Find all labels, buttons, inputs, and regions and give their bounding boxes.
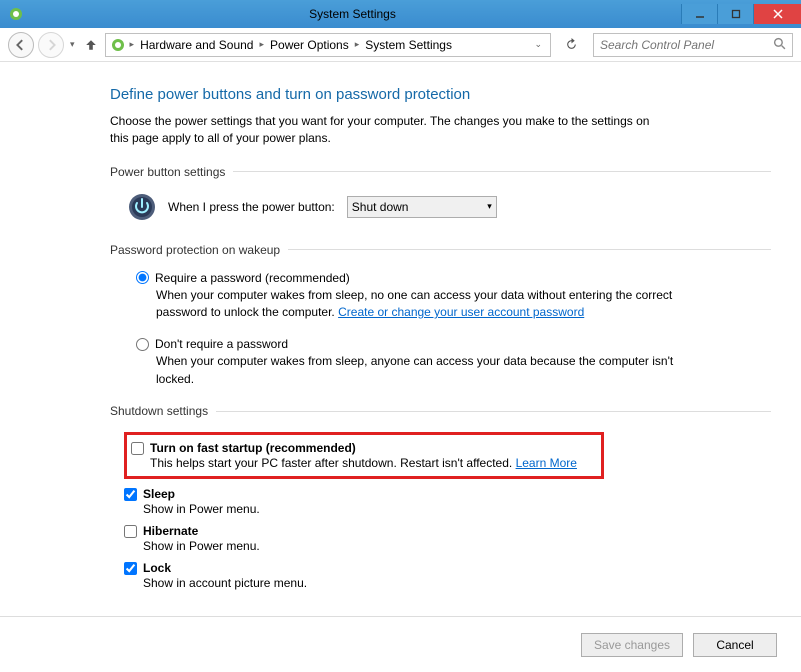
close-button[interactable] xyxy=(753,4,801,24)
checkbox-hibernate[interactable] xyxy=(124,525,137,538)
up-button[interactable] xyxy=(81,35,101,55)
search-box[interactable] xyxy=(593,33,793,57)
lock-desc: Show in account picture menu. xyxy=(143,576,771,590)
section-password-protection: Password protection on wakeup xyxy=(110,243,771,257)
fast-startup-desc: This helps start your PC faster after sh… xyxy=(150,456,595,470)
maximize-button[interactable] xyxy=(717,4,753,24)
back-button[interactable] xyxy=(8,32,34,58)
control-panel-icon xyxy=(110,37,126,53)
no-password-desc: When your computer wakes from sleep, any… xyxy=(156,353,696,388)
breadcrumb-dropdown-icon[interactable]: ⌄ xyxy=(530,39,546,50)
titlebar: System Settings xyxy=(0,0,801,28)
minimize-button[interactable] xyxy=(681,4,717,24)
power-button-label: When I press the power button: xyxy=(168,200,335,214)
sleep-label: Sleep xyxy=(143,487,175,501)
search-input[interactable] xyxy=(600,38,773,52)
radio-no-password-label: Don't require a password xyxy=(155,337,288,351)
radio-require-password[interactable] xyxy=(136,271,149,284)
history-dropdown-icon[interactable]: ▾ xyxy=(68,39,77,50)
link-learn-more[interactable]: Learn More xyxy=(516,456,577,470)
save-changes-button[interactable]: Save changes xyxy=(581,633,683,657)
crumb-hardware[interactable]: Hardware and Sound xyxy=(138,38,255,52)
chevron-right-icon: ▸ xyxy=(353,39,362,50)
crumb-power[interactable]: Power Options xyxy=(268,38,351,52)
power-icon xyxy=(128,193,156,221)
page-description: Choose the power settings that you want … xyxy=(110,113,670,147)
radio-no-password[interactable] xyxy=(136,338,149,351)
search-icon xyxy=(773,37,786,53)
chevron-down-icon: ▾ xyxy=(487,201,492,212)
checkbox-sleep[interactable] xyxy=(124,488,137,501)
crumb-system-settings[interactable]: System Settings xyxy=(363,38,454,52)
chevron-right-icon: ▸ xyxy=(257,39,266,50)
radio-require-password-label: Require a password (recommended) xyxy=(155,271,350,285)
checkbox-lock[interactable] xyxy=(124,562,137,575)
fast-startup-label: Turn on fast startup (recommended) xyxy=(150,441,356,455)
section-shutdown-settings: Shutdown settings xyxy=(110,404,771,418)
hibernate-desc: Show in Power menu. xyxy=(143,539,771,553)
require-password-desc: When your computer wakes from sleep, no … xyxy=(156,287,696,322)
refresh-button[interactable] xyxy=(559,33,583,57)
sleep-desc: Show in Power menu. xyxy=(143,502,771,516)
lock-label: Lock xyxy=(143,561,171,575)
power-button-select[interactable]: Shut down ▾ xyxy=(347,196,497,218)
window-title: System Settings xyxy=(24,7,681,21)
forward-button[interactable] xyxy=(38,32,64,58)
checkbox-fast-startup[interactable] xyxy=(131,442,144,455)
hibernate-label: Hibernate xyxy=(143,524,198,538)
breadcrumb[interactable]: ▸ Hardware and Sound ▸ Power Options ▸ S… xyxy=(105,33,551,57)
cancel-button[interactable]: Cancel xyxy=(693,633,777,657)
section-power-button: Power button settings xyxy=(110,165,771,179)
content-area: Define power buttons and turn on passwor… xyxy=(0,62,801,616)
footer: Save changes Cancel xyxy=(0,616,801,672)
control-panel-icon xyxy=(8,6,24,22)
link-change-password[interactable]: Create or change your user account passw… xyxy=(338,305,584,319)
navigation-bar: ▾ ▸ Hardware and Sound ▸ Power Options ▸… xyxy=(0,28,801,62)
chevron-right-icon: ▸ xyxy=(128,39,137,50)
page-heading: Define power buttons and turn on passwor… xyxy=(110,86,771,103)
highlight-fast-startup: Turn on fast startup (recommended) This … xyxy=(124,432,604,479)
